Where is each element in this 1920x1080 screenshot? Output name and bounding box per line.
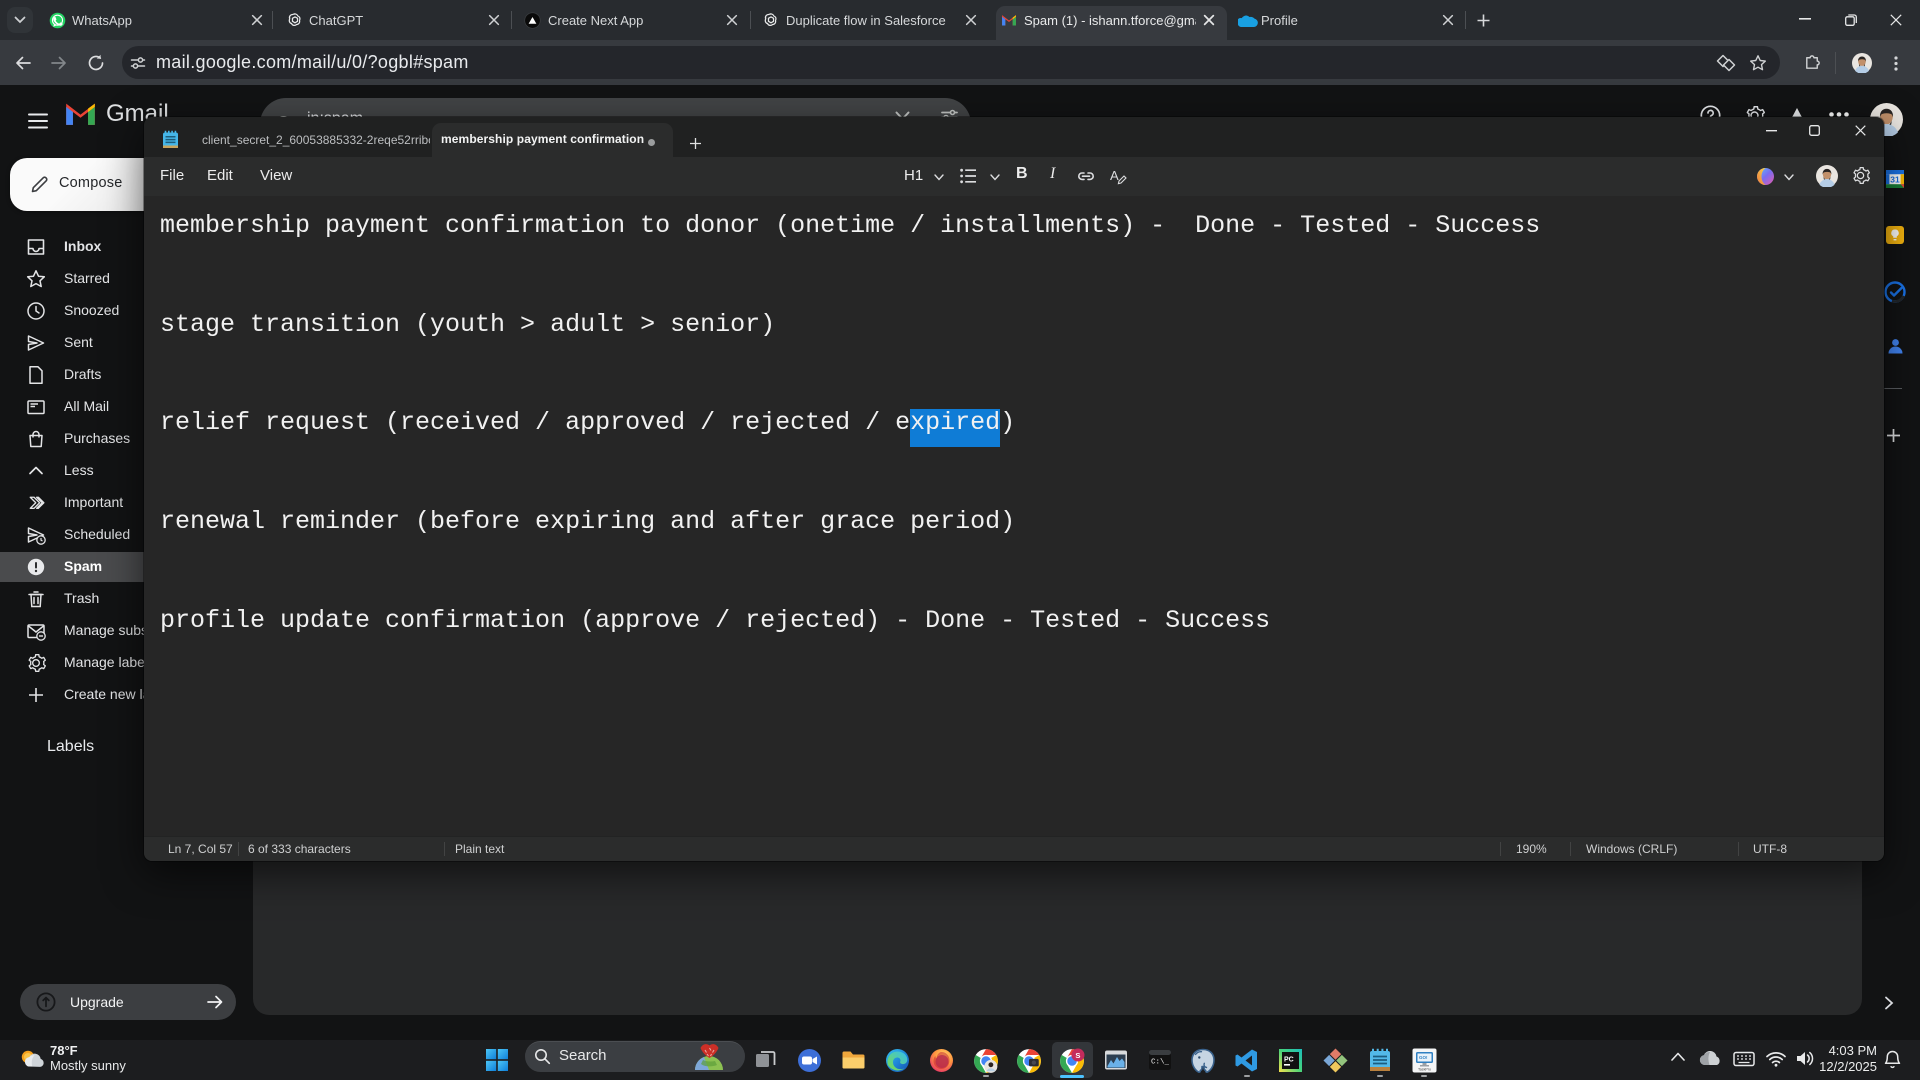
svg-text:TaskPro: TaskPro — [1418, 1068, 1431, 1072]
svg-text:A: A — [1110, 168, 1119, 183]
svg-text:S: S — [1075, 1051, 1080, 1060]
svg-text:C:\_: C:\_ — [1151, 1059, 1170, 1067]
svg-text:PC: PC — [1284, 1057, 1294, 1064]
svg-text:GO!: GO! — [1419, 1055, 1428, 1060]
svg-text:31: 31 — [1890, 174, 1900, 184]
